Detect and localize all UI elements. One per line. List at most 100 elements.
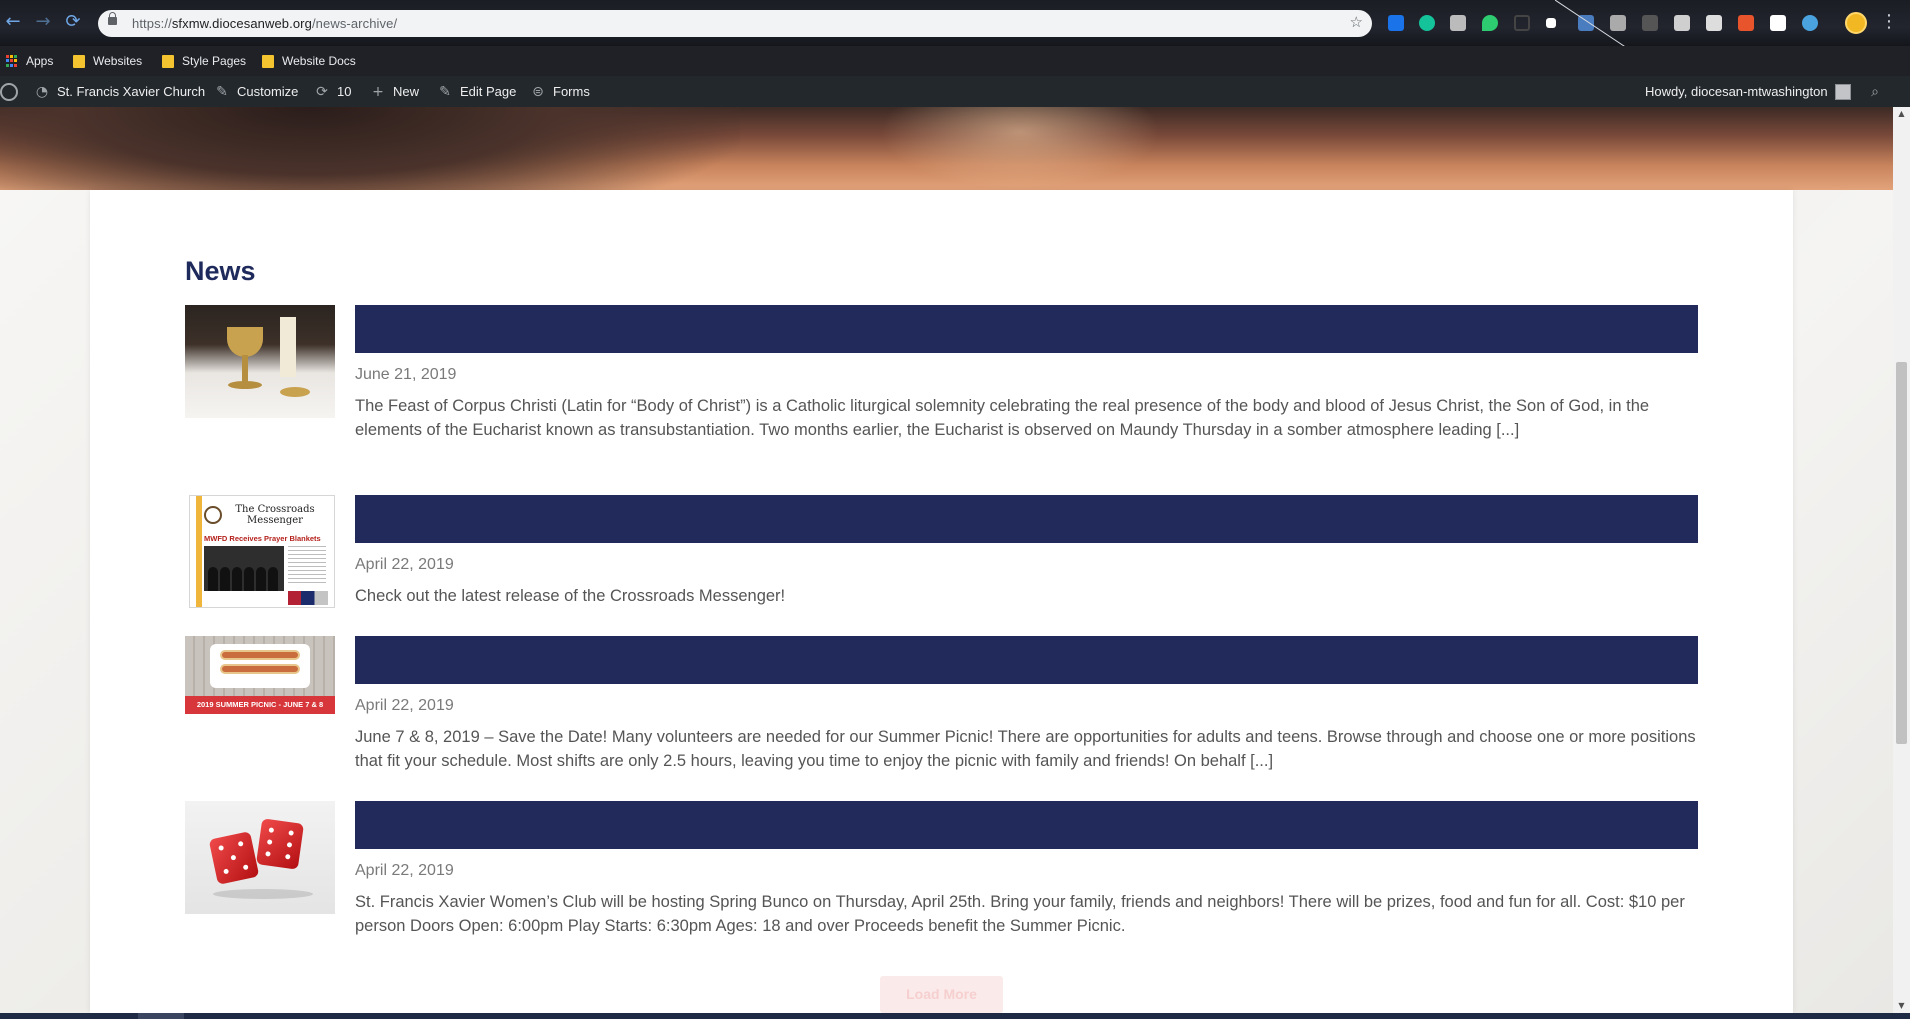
forms-link[interactable]: ⊜ Forms [530, 76, 590, 107]
candle-shape [280, 317, 296, 377]
scrollbar-thumb[interactable] [1896, 362, 1907, 744]
chalice-stem-shape [242, 355, 248, 383]
new-content-link[interactable]: + New [370, 76, 419, 107]
site-name-link[interactable]: ◔ St. Francis Xavier Church [34, 76, 205, 107]
forward-icon[interactable]: → [32, 11, 54, 33]
reload-icon[interactable]: ⟳ [62, 11, 84, 33]
hero-glow [880, 107, 1160, 190]
wordpress-logo-icon [0, 82, 18, 101]
grammarly-icon[interactable] [1419, 15, 1435, 31]
extension-icon[interactable] [1674, 15, 1690, 31]
taskbar-item[interactable] [138, 1013, 184, 1019]
menu-icon[interactable]: ⋮ [1880, 11, 1898, 33]
bookmark-label: Apps [26, 54, 54, 68]
news-post: 2019 SUMMER PICNIC - JUNE 7 & 8 April 22… [185, 636, 1698, 776]
messenger-flags [288, 591, 328, 605]
my-account-menu[interactable]: Howdy, diocesan-mtwashington [1645, 76, 1851, 107]
dice-shadow [213, 889, 313, 899]
address-bar[interactable]: https://sfxmw.diocesanweb.org/news-archi… [98, 10, 1372, 37]
post-date: April 22, 2019 [355, 862, 454, 879]
wp-admin-bar: ◔ St. Francis Xavier Church ✎ Customize … [0, 76, 1910, 107]
scroll-down-icon[interactable]: ▼ [1893, 999, 1910, 1013]
extension-icon[interactable] [1546, 18, 1556, 28]
avatar-icon [1834, 83, 1851, 100]
drive-icon[interactable] [1706, 15, 1722, 31]
page-scrollbar[interactable]: ▲ ▼ [1893, 107, 1910, 1013]
extension-icon[interactable] [1642, 15, 1658, 31]
customize-label: Customize [237, 84, 299, 99]
back-icon[interactable]: ← [2, 11, 24, 33]
lock-icon [108, 12, 117, 25]
extension-icon[interactable] [1738, 15, 1754, 31]
paten-shape [280, 387, 310, 397]
hotdog-shape [220, 650, 300, 660]
post-excerpt: The Feast of Corpus Christi (Latin for “… [355, 397, 1650, 439]
folder-icon [162, 54, 174, 68]
folder-icon [73, 54, 85, 68]
die-shape [256, 818, 304, 870]
bookmark-apps[interactable]: Apps [6, 54, 53, 68]
chalice-cup-shape [227, 327, 263, 357]
bookmark-websites[interactable]: Websites [73, 54, 142, 68]
post-title-bar[interactable] [355, 636, 1698, 684]
site-name-label: St. Francis Xavier Church [57, 84, 206, 99]
post-thumbnail-dice[interactable] [185, 801, 335, 914]
load-more-button[interactable]: Load More [880, 976, 1003, 1013]
extension-icon[interactable] [1450, 15, 1466, 31]
post-excerpt: St. Francis Xavier Women’s Club will be … [355, 893, 1685, 935]
picnic-caption: 2019 SUMMER PICNIC - JUNE 7 & 8 [196, 700, 324, 709]
post-date: April 22, 2019 [355, 556, 454, 573]
extension-icon[interactable] [1514, 15, 1530, 31]
messenger-masthead: The Crossroads Messenger [235, 504, 315, 526]
scroll-up-icon[interactable]: ▲ [1893, 107, 1910, 121]
bookmark-website-docs[interactable]: Website Docs [262, 54, 356, 68]
apps-grid-icon [6, 55, 18, 67]
settings-icon[interactable] [1802, 15, 1818, 31]
customize-link[interactable]: ✎ Customize [214, 76, 298, 107]
bookmark-label: Websites [93, 54, 143, 68]
post-date: June 21, 2019 [355, 366, 457, 383]
dashboard-icon: ◔ [35, 83, 49, 100]
bookmarks-bar: Apps Websites Style Pages Website Docs [0, 46, 1910, 76]
plus-icon: + [372, 83, 384, 100]
updates-link[interactable]: ⟳ 10 [314, 76, 351, 107]
wordpress-menu[interactable] [0, 76, 18, 107]
profile-avatar[interactable] [1845, 12, 1867, 34]
news-post: The Crossroads Messenger MWFD Receives P… [185, 495, 1698, 610]
greeting-label: Howdy, diocesan-mtwashington [1645, 84, 1828, 99]
brush-icon: ✎ [216, 83, 228, 100]
post-title-bar[interactable] [355, 305, 1698, 353]
post-excerpt: June 7 & 8, 2019 – Save the Date! Many v… [355, 728, 1696, 770]
extension-icon[interactable] [1770, 15, 1786, 31]
hero-rock-shape [0, 107, 740, 190]
url-text[interactable]: https://sfxmw.diocesanweb.org/news-archi… [132, 16, 397, 31]
refresh-icon: ⟳ [316, 83, 328, 100]
os-taskbar [0, 1013, 1910, 1019]
hotdog-shape [220, 664, 300, 674]
bookmark-star-icon[interactable]: ☆ [1350, 13, 1363, 31]
news-post: June 21, 2019 The Feast of Corpus Christ… [185, 305, 1698, 465]
hero-banner-image [0, 107, 1893, 190]
folder-icon [262, 54, 274, 68]
bookmark-label: Website Docs [282, 54, 356, 68]
post-thumbnail-picnic[interactable]: 2019 SUMMER PICNIC - JUNE 7 & 8 [185, 636, 335, 714]
post-title-bar[interactable] [355, 495, 1698, 543]
camera-icon[interactable] [1610, 15, 1626, 31]
post-title-bar[interactable] [355, 801, 1698, 849]
messenger-headline: MWFD Receives Prayer Blankets [204, 534, 321, 543]
edit-page-link[interactable]: ✎ Edit Page [437, 76, 516, 107]
bookmark-style-pages[interactable]: Style Pages [162, 54, 246, 68]
forms-label: Forms [553, 84, 590, 99]
messenger-text-block [288, 546, 326, 586]
translate-icon[interactable] [1578, 15, 1594, 31]
admin-search-button[interactable]: ⌕ [1867, 76, 1883, 107]
extension-icon[interactable] [1388, 15, 1404, 31]
bookmark-label: Style Pages [182, 54, 247, 68]
post-thumbnail-chalice[interactable] [185, 305, 335, 418]
browser-toolbar: ← → ⟳ https://sfxmw.diocesanweb.org/news… [0, 0, 1910, 80]
pencil-icon: ✎ [439, 83, 451, 100]
evernote-icon[interactable] [1482, 15, 1498, 31]
post-date: April 22, 2019 [355, 697, 454, 714]
post-thumbnail-messenger[interactable]: The Crossroads Messenger MWFD Receives P… [189, 495, 335, 608]
chalice-base-shape [228, 381, 262, 389]
